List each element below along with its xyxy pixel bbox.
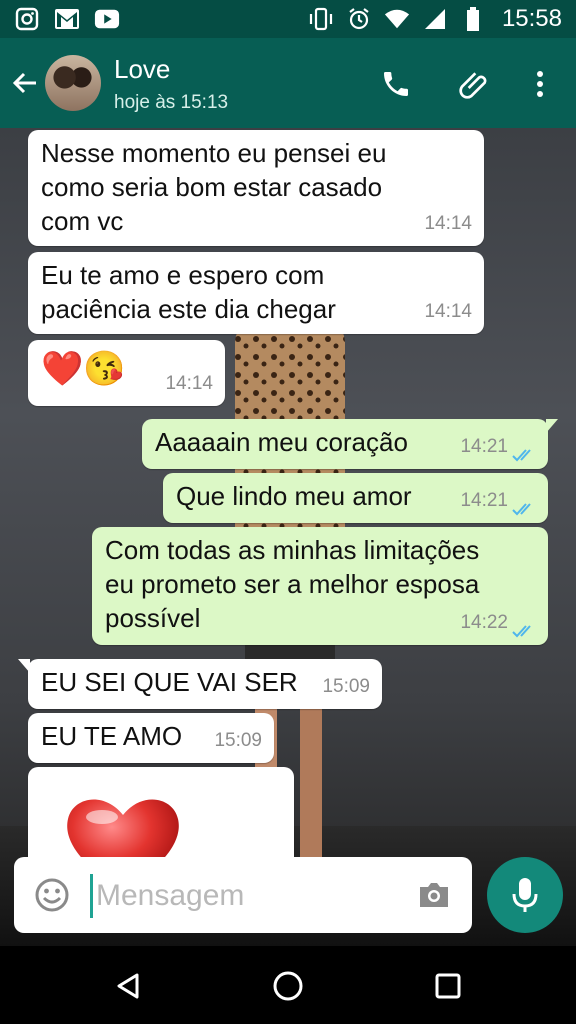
back-nav-icon[interactable] <box>108 966 148 1006</box>
message-text: Que lindo meu amor <box>176 481 412 511</box>
message-bubble-outgoing[interactable]: Com todas as minhas limitações eu promet… <box>92 527 548 645</box>
message-text: EU TE AMO <box>41 721 183 751</box>
message-time: 14:21 <box>460 490 508 511</box>
signal-icon <box>422 6 448 32</box>
vibrate-icon <box>308 6 334 32</box>
message-time: 15:09 <box>322 676 370 697</box>
emoji-icon[interactable] <box>34 877 70 913</box>
contact-avatar[interactable] <box>45 55 101 111</box>
message-text: Nesse momento eu pensei eu como seria bo… <box>41 138 387 236</box>
wifi-icon <box>384 6 410 32</box>
chat-area[interactable]: Nesse momento eu pensei eu como seria bo… <box>0 128 576 946</box>
call-icon[interactable] <box>378 66 414 102</box>
home-nav-icon[interactable] <box>268 966 308 1006</box>
status-clock: 15:58 <box>501 5 562 32</box>
android-nav-bar <box>0 946 576 1024</box>
alarm-icon <box>346 6 372 32</box>
camera-icon[interactable] <box>416 877 452 913</box>
message-time: 14:21 <box>460 436 508 457</box>
message-bubble-outgoing[interactable]: Que lindo meu amor 14:21 <box>163 473 548 523</box>
contact-name[interactable]: Love <box>114 54 170 85</box>
message-bubble-incoming[interactable]: ❤️😘 14:14 <box>28 340 225 406</box>
message-bubble-outgoing[interactable]: Aaaaain meu coração 14:21 <box>142 419 558 469</box>
bubble-tail <box>546 419 558 433</box>
attach-icon[interactable] <box>456 66 492 102</box>
message-bubble-incoming[interactable]: Nesse momento eu pensei eu como seria bo… <box>28 130 484 246</box>
message-text: Com todas as minhas limitações eu promet… <box>105 535 480 633</box>
text-cursor <box>90 874 93 918</box>
message-time: 14:14 <box>424 213 472 234</box>
message-bubble-incoming[interactable]: EU TE AMO 15:09 <box>28 713 274 763</box>
message-time: 14:14 <box>424 301 472 322</box>
message-text: Aaaaain meu coração <box>155 427 408 457</box>
bubble-tail <box>18 659 30 673</box>
chat-header: Love hoje às 15:13 <box>0 38 576 128</box>
microphone-button[interactable] <box>487 857 563 933</box>
message-bubble-incoming[interactable]: EU SEI QUE VAI SER 15:09 <box>18 659 382 709</box>
read-ticks-icon <box>512 503 531 516</box>
youtube-icon <box>94 6 120 32</box>
battery-icon <box>460 6 486 32</box>
emoji-message: ❤️😘 <box>41 350 126 388</box>
message-time: 14:22 <box>460 612 508 633</box>
message-text: EU SEI QUE VAI SER <box>41 667 298 697</box>
read-ticks-icon <box>512 449 531 462</box>
recents-nav-icon[interactable] <box>428 966 468 1006</box>
gmail-icon <box>54 6 80 32</box>
back-arrow-icon[interactable] <box>10 68 40 98</box>
last-seen-status: hoje às 15:13 <box>114 92 229 113</box>
message-text: Eu te amo e espero com paciência este di… <box>41 260 336 324</box>
menu-icon[interactable] <box>522 66 558 102</box>
message-input[interactable] <box>94 871 398 921</box>
read-ticks-icon <box>512 625 531 638</box>
message-time: 14:14 <box>165 373 213 394</box>
message-bubble-incoming[interactable]: Eu te amo e espero com paciência este di… <box>28 252 484 334</box>
microphone-icon <box>512 878 538 912</box>
message-time: 15:09 <box>214 730 262 751</box>
instagram-icon <box>14 6 40 32</box>
message-composer <box>14 857 472 933</box>
status-bar: 15:58 <box>0 0 576 38</box>
